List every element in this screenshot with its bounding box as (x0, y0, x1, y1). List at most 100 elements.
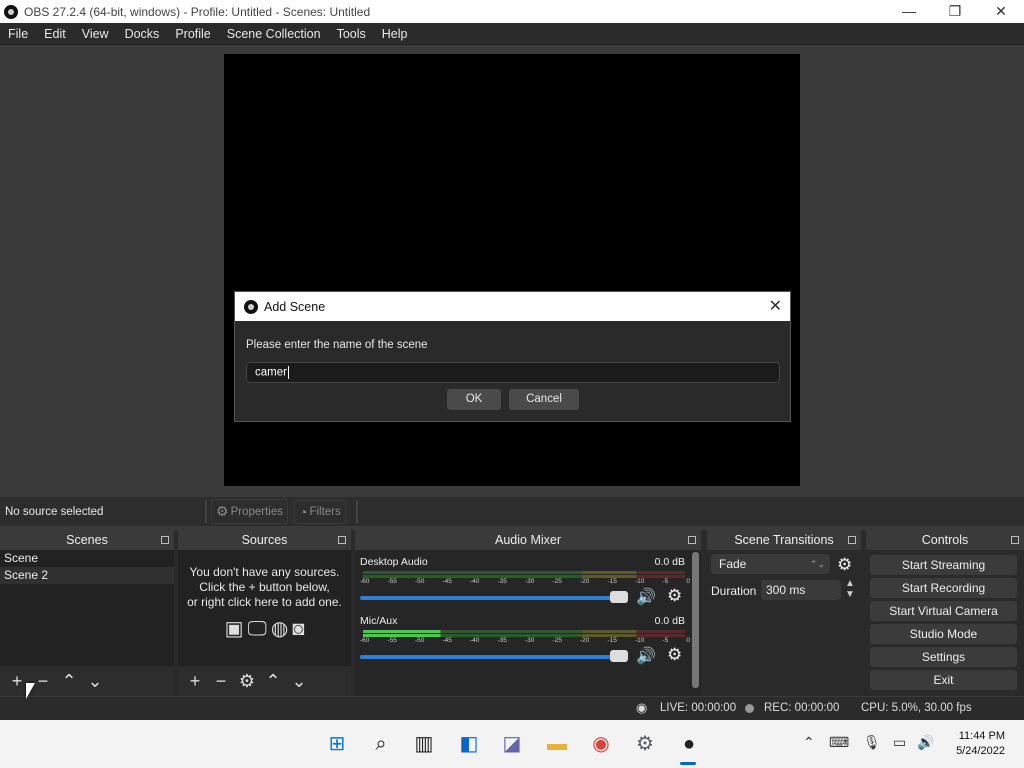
menu-file[interactable]: File (0, 23, 36, 45)
sources-list[interactable]: You don't have any sources. Click the + … (178, 550, 351, 696)
add-scene-dialog: Add Scene ✕ Please enter the name of the… (234, 291, 791, 422)
scene-name-value: camer (255, 366, 287, 379)
image-icon: ▣ (224, 618, 244, 640)
tick: -25 (552, 637, 562, 644)
move-down-icon[interactable]: ⌄ (286, 671, 312, 692)
chat-icon[interactable]: ◪ (500, 732, 524, 756)
keyboard-icon[interactable]: ⌨ (829, 734, 849, 751)
obs-taskbar-icon[interactable]: ● (677, 732, 701, 756)
menu-edit[interactable]: Edit (36, 23, 74, 45)
clock-date: 5/24/2022 (956, 745, 1005, 757)
settings-gear-icon[interactable]: ⚙ (633, 732, 657, 756)
search-icon[interactable]: ⌕ (369, 732, 393, 756)
menu-view[interactable]: View (74, 23, 117, 45)
gear-icon[interactable]: ⚙ (837, 555, 852, 575)
tick: -30 (525, 578, 535, 585)
undock-icon[interactable] (161, 536, 169, 544)
menu-scene-collection[interactable]: Scene Collection (219, 23, 329, 45)
transition-select[interactable]: Fade ⌃⌄ (711, 554, 830, 574)
tick: -5 (662, 637, 669, 644)
empty-line: You don't have any sources. (189, 565, 340, 579)
undock-icon[interactable] (688, 536, 696, 544)
tick: -35 (497, 578, 507, 585)
start-virtual-camera-button[interactable]: Start Virtual Camera (870, 601, 1017, 621)
settings-button[interactable]: Settings (870, 647, 1017, 667)
tick: 0 (686, 578, 690, 585)
move-up-icon[interactable]: ⌃ (260, 671, 286, 692)
chrome-icon[interactable]: ◉ (589, 732, 613, 756)
network-icon[interactable]: ▭ (893, 734, 906, 751)
exit-button[interactable]: Exit (870, 670, 1017, 690)
channel-name: Mic/Aux (360, 615, 398, 627)
cancel-button[interactable]: Cancel (509, 389, 579, 410)
controls-dock: Controls Start Streaming Start Recording… (866, 530, 1024, 696)
maximize-button[interactable]: ❐ (932, 0, 978, 23)
microphone-icon[interactable]: 🎙 (863, 734, 881, 751)
duration-spinner[interactable]: ▲ ▼ (845, 578, 855, 600)
system-clock[interactable]: 11:44 PM 5/24/2022 (956, 729, 1005, 759)
move-up-icon[interactable]: ⌃ (56, 671, 82, 692)
broadcast-icon: ◉ (636, 700, 648, 715)
meter-ticks: -60 -55 -50 -45 -40 -35 -30 -25 -20 -15 -10 -5 0 (360, 578, 690, 585)
minimize-button[interactable]: — (886, 0, 932, 23)
mixer-title: Audio Mixer (495, 533, 561, 547)
tick: -55 (387, 578, 397, 585)
volume-slider-handle[interactable] (610, 591, 628, 603)
rec-dot-icon (745, 704, 754, 713)
scenes-list: Scene Scene 2 + − ⌃ ⌄ (0, 550, 174, 696)
volume-icon[interactable]: 🔊 (917, 734, 934, 751)
move-down-icon[interactable]: ⌄ (82, 671, 108, 692)
tick: -15 (607, 578, 617, 585)
close-window-button[interactable]: ✕ (978, 0, 1024, 23)
scene-name-input[interactable]: camer (246, 362, 780, 383)
spin-down-icon[interactable]: ▼ (845, 589, 855, 600)
sources-controls: + − ⚙ ⌃ ⌄ (178, 666, 351, 696)
start-streaming-button[interactable]: Start Streaming (870, 555, 1017, 575)
menu-tools[interactable]: Tools (329, 23, 374, 45)
menu-profile[interactable]: Profile (167, 23, 218, 45)
windows-start-icon[interactable]: ⊞ (325, 732, 349, 756)
dialog-close-button[interactable]: ✕ (769, 296, 782, 316)
spin-up-icon[interactable]: ▲ (845, 578, 855, 589)
speaker-icon[interactable]: 🔊 (636, 646, 656, 666)
gear-icon[interactable]: ⚙ (667, 645, 682, 665)
menu-help[interactable]: Help (374, 23, 416, 45)
remove-source-icon[interactable]: − (208, 671, 234, 692)
no-source-label: No source selected (5, 505, 104, 518)
widgets-icon[interactable]: ◧ (457, 732, 481, 756)
add-source-icon[interactable]: + (182, 671, 208, 692)
scene-item[interactable]: Scene (0, 550, 174, 567)
tick: -40 (470, 637, 480, 644)
mixer-scrollbar[interactable] (692, 552, 699, 688)
scene-item-selected[interactable]: Scene 2 (0, 567, 174, 584)
start-recording-button[interactable]: Start Recording (870, 578, 1017, 598)
task-view-icon[interactable]: ▥ (412, 732, 436, 756)
dialog-titlebar: Add Scene ✕ (235, 292, 790, 321)
speaker-icon[interactable]: 🔊 (636, 587, 656, 607)
studio-mode-button[interactable]: Studio Mode (870, 624, 1017, 644)
transitions-body: Fade ⌃⌄ ⚙ Duration 300 ms ▲ ▼ (707, 550, 861, 696)
undock-icon[interactable] (1011, 536, 1019, 544)
filters-button[interactable]: ◔ Filters (293, 499, 346, 524)
undock-icon[interactable] (848, 536, 856, 544)
properties-button[interactable]: ⚙ Properties (211, 499, 288, 524)
undock-icon[interactable] (338, 536, 346, 544)
chevron-up-icon[interactable]: ⌃ (803, 734, 815, 751)
file-explorer-icon[interactable]: ▬ (545, 732, 569, 756)
gear-icon[interactable]: ⚙ (667, 586, 682, 606)
volume-slider-handle[interactable] (610, 650, 628, 662)
source-properties-icon[interactable]: ⚙ (234, 671, 260, 692)
duration-input[interactable]: 300 ms (761, 580, 841, 600)
volume-slider[interactable] (360, 655, 625, 659)
controls-body: Start Streaming Start Recording Start Vi… (866, 550, 1024, 696)
channel-db: 0.0 dB (654, 556, 685, 568)
scenes-dock: Scenes Scene Scene 2 + − ⌃ ⌄ (0, 530, 174, 696)
gear-icon: ⚙ (216, 503, 229, 519)
menu-docks[interactable]: Docks (117, 23, 168, 45)
source-toolbar: No source selected ⚙ Properties ◔ Filters (0, 497, 1024, 526)
volume-slider[interactable] (360, 596, 625, 600)
status-bar: ◉ LIVE: 00:00:00 REC: 00:00:00 CPU: 5.0%… (0, 697, 1024, 720)
window-titlebar: OBS 27.2.4 (64-bit, windows) - Profile: … (0, 0, 1024, 23)
channel-name: Desktop Audio (360, 556, 428, 568)
ok-button[interactable]: OK (447, 389, 501, 410)
